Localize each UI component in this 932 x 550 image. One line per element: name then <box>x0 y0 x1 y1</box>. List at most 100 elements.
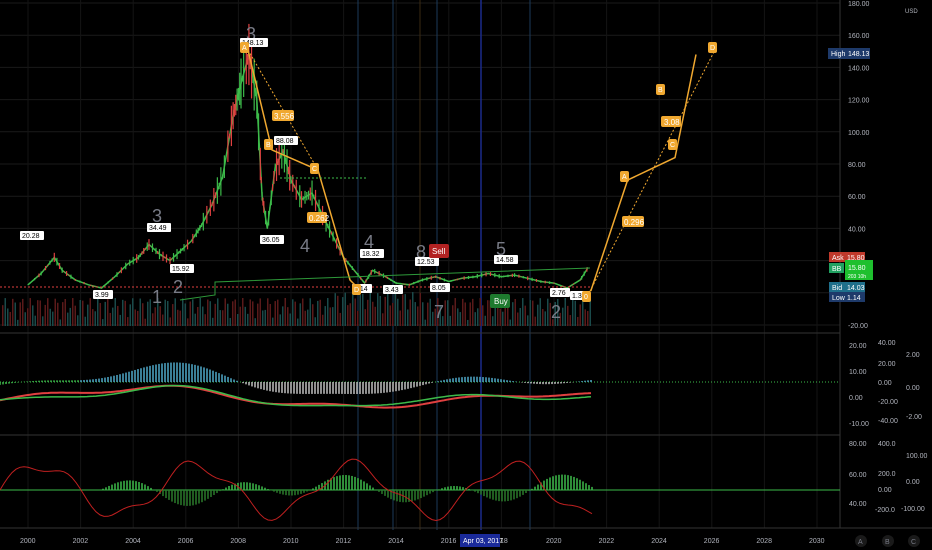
volume-bar <box>309 298 311 326</box>
volume-bar <box>587 311 589 326</box>
svg-text:3.556: 3.556 <box>274 112 295 121</box>
volume-bar <box>387 292 389 326</box>
time-tick: 2028 <box>756 538 772 545</box>
volume-bar <box>199 298 201 326</box>
volume-bar <box>169 317 171 326</box>
volume-bar <box>584 309 586 326</box>
svg-text:1.14: 1.14 <box>847 295 861 302</box>
volume-bar <box>82 300 84 326</box>
volume-bar <box>459 312 461 326</box>
volume-bar <box>149 299 151 326</box>
volume-bar <box>369 292 371 326</box>
svg-text:Low: Low <box>832 295 846 302</box>
scale-buttons[interactable]: A B C <box>855 535 920 547</box>
volume-bar <box>289 313 291 326</box>
volume-bar <box>94 311 96 326</box>
volume-bar <box>534 316 536 326</box>
time-tick: 2024 <box>651 538 667 545</box>
volume-bar <box>222 310 224 326</box>
sell-signal[interactable]: Sell <box>429 244 449 258</box>
svg-text:400.0: 400.0 <box>878 441 896 448</box>
volume-bar <box>399 310 401 326</box>
volume-bar <box>239 306 241 326</box>
volume-bar <box>122 299 124 326</box>
pattern-point-label: D <box>710 45 715 52</box>
svg-text:BB: BB <box>832 266 842 273</box>
volume-bar <box>297 318 299 326</box>
volume-bar <box>272 317 274 326</box>
price-flag-text: 34.49 <box>149 225 167 232</box>
volume-bar <box>342 297 344 326</box>
volume-bar <box>22 298 24 326</box>
volume-bar <box>479 298 481 326</box>
volume-bar <box>344 292 346 326</box>
volume-bar <box>14 302 16 326</box>
volume-bar <box>317 300 319 326</box>
volume-bar <box>307 309 309 326</box>
volume-bar <box>429 298 431 326</box>
volume-bar <box>324 306 326 326</box>
volume-bar <box>49 308 51 326</box>
volume-bar <box>127 317 129 326</box>
volume-bar <box>422 302 424 326</box>
volume-bar <box>579 304 581 326</box>
volume-bar <box>142 303 144 326</box>
svg-text:15.80: 15.80 <box>848 265 866 272</box>
time-tick: 2004 <box>125 538 141 545</box>
volume-bar <box>77 315 79 326</box>
volume-bar <box>529 300 531 326</box>
volume-bar <box>102 319 104 326</box>
pattern-point-label: C <box>670 142 675 149</box>
volume-bar <box>417 306 419 326</box>
volume-bar <box>357 310 359 326</box>
volume-bar <box>62 302 64 326</box>
volume-bar <box>522 298 524 326</box>
volume-bar <box>132 298 134 326</box>
price-flag-text: 88.08 <box>276 138 294 145</box>
volume-bar <box>327 298 329 326</box>
price-tick: 180.00 <box>848 1 870 8</box>
volume-bar <box>449 315 451 326</box>
buy-signal[interactable]: Buy <box>490 294 510 308</box>
volume-bar <box>107 299 109 326</box>
svg-text:0.296: 0.296 <box>624 218 645 227</box>
volume-bar <box>202 306 204 326</box>
svg-text:0.00: 0.00 <box>849 395 863 402</box>
volume-bar <box>244 306 246 326</box>
trading-chart[interactable]: 3 3 4 4 5 2 8 7 2 1 20.2834.4915.923.991… <box>0 0 932 550</box>
volume-bar <box>37 300 39 326</box>
volume-bar <box>137 310 139 326</box>
svg-text:0.00: 0.00 <box>906 479 920 486</box>
svg-text:Sell: Sell <box>432 247 446 256</box>
pattern-point-label: 0 <box>584 294 588 301</box>
svg-text:148.13: 148.13 <box>848 51 870 58</box>
volume-bar <box>52 311 54 326</box>
volume-bar <box>139 298 141 326</box>
svg-text:C: C <box>911 539 916 546</box>
time-tick: 2030 <box>809 538 825 545</box>
price-tag-bid: Bid 14.03 <box>829 282 865 292</box>
volume-bar <box>299 303 301 326</box>
price-tick: 80.00 <box>848 162 866 169</box>
pattern-point-label: A <box>622 174 627 181</box>
volume-bar <box>4 298 6 326</box>
volume-bar <box>377 293 379 326</box>
volume-bar <box>257 303 259 326</box>
volume-bar <box>167 301 169 326</box>
volume-bar <box>119 314 121 326</box>
svg-text:4: 4 <box>300 236 310 256</box>
price-flag-text: 3.43 <box>385 287 399 294</box>
volume-bar <box>67 312 69 326</box>
price-flag-text: 36.05 <box>262 237 280 244</box>
volume-bar <box>109 312 111 326</box>
svg-text:20.00: 20.00 <box>849 343 867 350</box>
volume-bar <box>179 310 181 326</box>
volume-bar <box>487 300 489 326</box>
volume-bar <box>274 301 276 326</box>
volume-bar <box>69 307 71 326</box>
volume-bar <box>349 303 351 326</box>
volume-bar <box>104 301 106 326</box>
volume-bar <box>312 304 314 326</box>
volume-bar <box>589 298 591 326</box>
volume-bar <box>537 304 539 326</box>
